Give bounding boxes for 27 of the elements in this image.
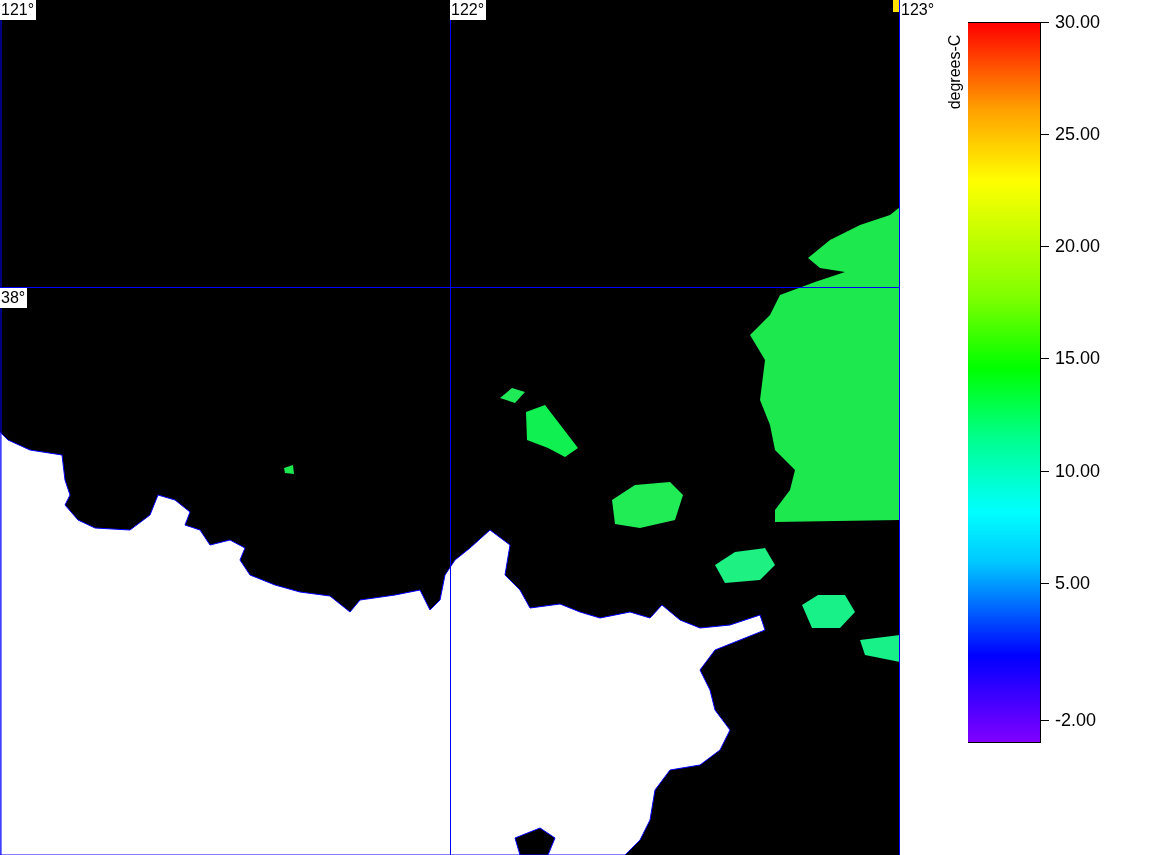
warm-water-patch	[500, 388, 525, 403]
tick-mark	[1041, 133, 1049, 135]
warm-water-patch	[802, 595, 855, 628]
warm-water-patch	[715, 548, 775, 583]
scale-value: -2.00	[1055, 709, 1097, 731]
warm-water-patch	[284, 465, 294, 474]
warm-water-patch	[612, 482, 683, 528]
scale-value: 15.00	[1055, 348, 1101, 370]
warm-water-patch	[526, 405, 578, 457]
legend-unit-label: degrees-C	[945, 33, 964, 112]
tick-mark	[1041, 470, 1049, 472]
scale-value: 5.00	[1055, 573, 1091, 594]
grid-marker	[893, 0, 899, 12]
tick-mark	[1041, 246, 1049, 248]
tick-mark	[1041, 583, 1049, 584]
scale-value: 20.00	[1055, 236, 1101, 258]
scale-value: 30.00	[1055, 11, 1101, 33]
latitude-label: 38°	[0, 288, 28, 308]
warm-water-patch	[860, 635, 900, 662]
island	[514, 827, 556, 855]
tick-mark	[1041, 21, 1049, 23]
longitude-label: 122°	[450, 0, 487, 20]
tick-mark	[1041, 719, 1049, 721]
scale-value: 10.00	[1055, 460, 1101, 482]
tick-mark	[1041, 358, 1049, 360]
scale-value: 25.00	[1055, 123, 1101, 145]
longitude-label: 121°	[0, 0, 37, 20]
